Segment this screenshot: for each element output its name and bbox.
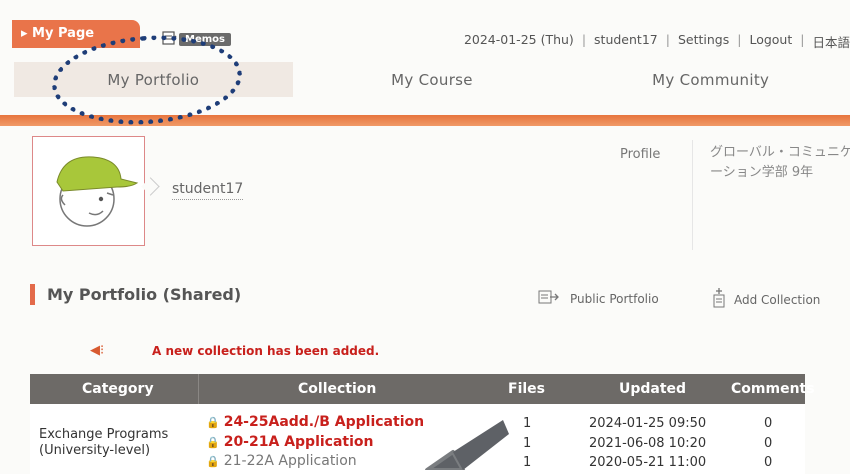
updated-date: 2024-01-25 09:50 [589, 416, 707, 431]
header-category[interactable]: Category [82, 381, 154, 397]
lock-icon: 🔒 [206, 435, 220, 449]
category-cell: Exchange Programs (University-level) [39, 427, 169, 458]
collection-link[interactable]: 20-21A Application [224, 434, 374, 450]
updated-date: 2020-05-21 11:00 [589, 455, 707, 470]
header-updated[interactable]: Updated [619, 381, 686, 397]
annotation-arrow-icon [425, 420, 509, 470]
section-title: My Portfolio (Shared) [47, 285, 242, 304]
lock-icon: 🔒 [206, 415, 220, 429]
speaker-icon: ◀︎⁝ [90, 343, 105, 358]
separator: | [581, 32, 587, 47]
lock-icon: 🔒 [206, 454, 220, 468]
profile-divider [692, 140, 693, 250]
files-count: 1 [523, 455, 532, 470]
separator: | [737, 32, 742, 47]
header-files[interactable]: Files [508, 381, 545, 397]
separator: | [665, 32, 670, 47]
header-collection[interactable]: Collection [298, 381, 376, 397]
add-collection-label: Add Collection [734, 292, 821, 307]
user-link[interactable]: student17 [594, 32, 658, 51]
profile-label: Profile [620, 147, 661, 162]
separator: | [800, 32, 805, 47]
top-links: 2024-01-25 (Thu) | student17 | Settings … [464, 32, 850, 51]
updated-date: 2021-06-08 10:20 [589, 436, 707, 451]
files-count: 1 [523, 416, 532, 431]
column-divider [198, 374, 199, 404]
add-collection-button[interactable]: Add Collection [712, 288, 820, 311]
header-comments[interactable]: Comments [731, 381, 815, 397]
settings-link[interactable]: Settings [678, 32, 729, 51]
tab-my-course[interactable]: My Course [293, 62, 572, 97]
comments-count: 0 [764, 416, 773, 431]
public-portfolio-label: Public Portfolio [570, 291, 659, 306]
table-row[interactable]: 🔒 20-21A Application [206, 434, 374, 450]
notice-message: A new collection has been added. [152, 344, 380, 358]
comments-count: 0 [764, 436, 773, 451]
avatar-face-icon [56, 156, 139, 227]
section-marker [30, 284, 35, 305]
tab-my-community[interactable]: My Community [571, 62, 850, 97]
public-portfolio-link[interactable]: Public Portfolio [538, 290, 659, 307]
table-row[interactable]: 🔒 24-25Aadd./B Application [206, 414, 424, 430]
table-row[interactable]: 🔒 21-22A Application [206, 453, 357, 469]
comments-count: 0 [764, 455, 773, 470]
language-link[interactable]: 日本語 [812, 32, 850, 51]
collection-table-header: Category Collection Files Updated Commen… [30, 374, 815, 404]
current-date: 2024-01-25 (Thu) [463, 32, 574, 47]
profile-username[interactable]: student17 [172, 181, 244, 200]
collection-link[interactable]: 21-22A Application [224, 453, 357, 469]
collection-link[interactable]: 24-25Aadd./B Application [224, 414, 424, 430]
logout-link[interactable]: Logout [749, 32, 792, 51]
avatar [32, 136, 145, 246]
files-count: 1 [523, 436, 532, 451]
profile-value: グローバル・コミュニケーション学部 9年 [710, 145, 850, 180]
share-icon [538, 290, 560, 307]
add-document-icon [712, 288, 726, 311]
